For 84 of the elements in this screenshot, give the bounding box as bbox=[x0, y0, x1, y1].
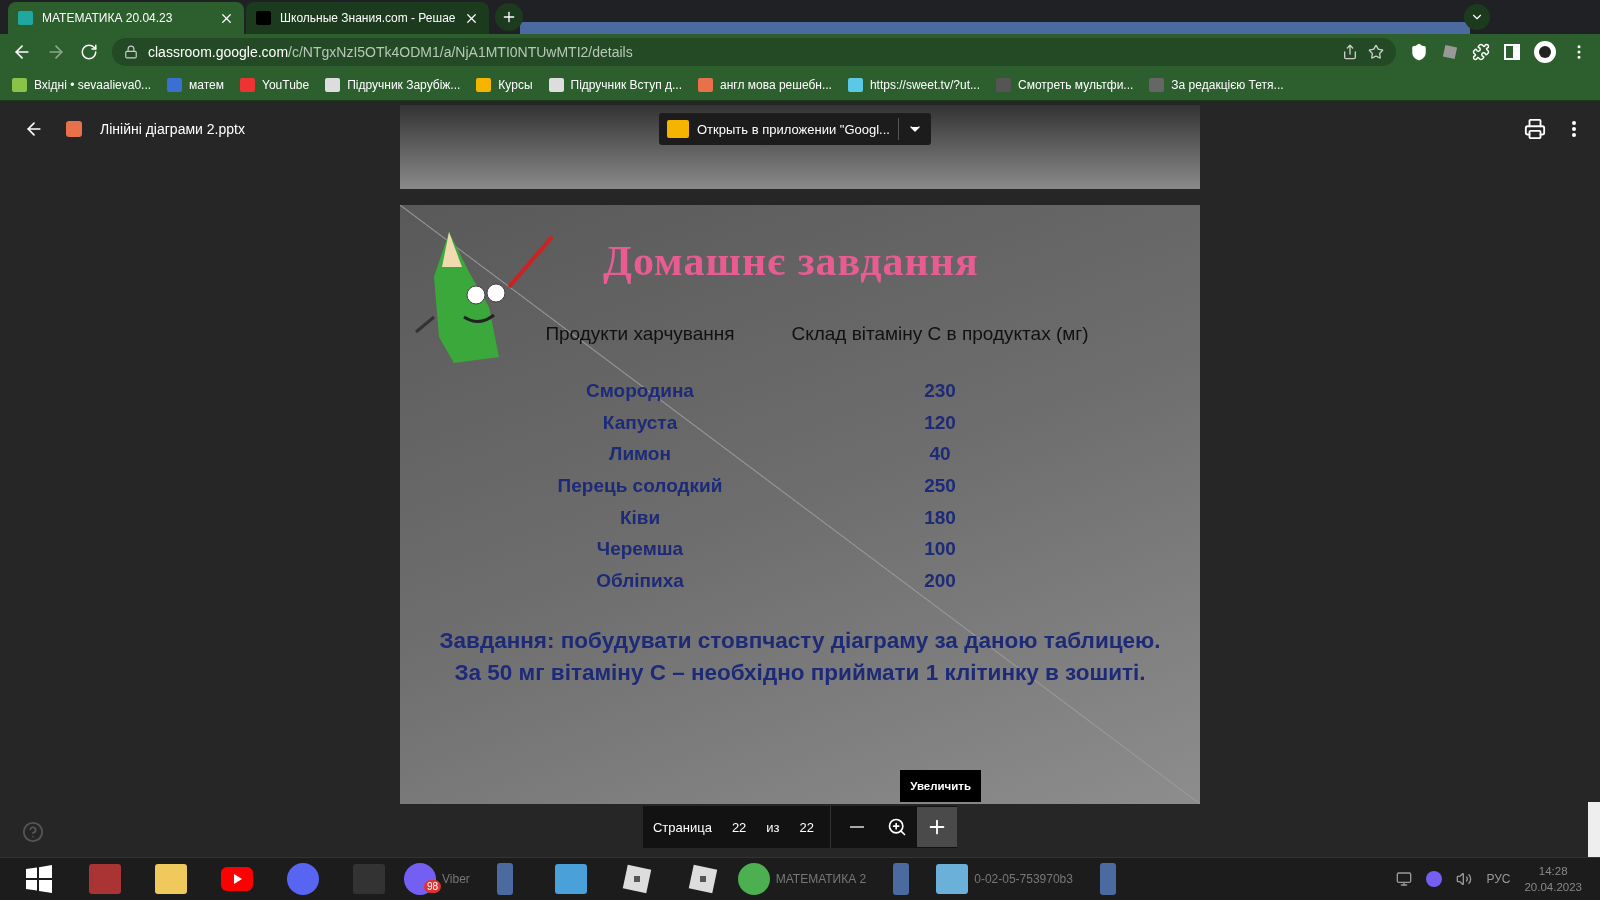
cube-icon[interactable] bbox=[687, 864, 718, 894]
slide-title: Домашнє завдання bbox=[603, 237, 979, 285]
reload-icon[interactable] bbox=[80, 42, 98, 61]
lock-icon bbox=[124, 44, 138, 59]
app-icon[interactable] bbox=[1099, 863, 1116, 895]
open-in-app-button[interactable]: Открыть в приложении "Googl... bbox=[659, 113, 931, 145]
bookmark-icon bbox=[476, 77, 492, 92]
bookmark-link[interactable]: англ мова решебн... bbox=[698, 77, 832, 92]
bookmark-icon bbox=[1149, 77, 1165, 92]
file-name: Лінійні діаграми 2.pptx bbox=[100, 121, 245, 137]
bookmark-link[interactable]: YouTube bbox=[240, 77, 310, 92]
bookmark-link[interactable]: https://sweet.tv/?ut... bbox=[847, 77, 980, 92]
tab-title: Школьные Знания.com - Решае bbox=[280, 11, 456, 25]
bookmark-link[interactable]: Смотреть мультфи... bbox=[996, 77, 1134, 92]
bookmark-link[interactable]: Підручник Зарубіж... bbox=[325, 77, 461, 92]
bookmark-link[interactable]: Курсы bbox=[476, 77, 533, 92]
shield-icon[interactable] bbox=[1410, 42, 1428, 61]
app-icon[interactable] bbox=[893, 863, 910, 895]
table-cell-text: Смородина bbox=[585, 379, 695, 403]
tab-search-button[interactable] bbox=[1464, 4, 1490, 30]
volume-icon[interactable] bbox=[1456, 871, 1473, 887]
task-text: Завдання: побудувати стовпчасту діаграму за даною таблицею. bbox=[439, 626, 1161, 655]
share-icon[interactable] bbox=[1342, 43, 1358, 60]
menu-icon bbox=[1572, 121, 1576, 137]
column-header: Продукти харчування bbox=[544, 323, 736, 346]
cube-icon[interactable] bbox=[621, 864, 652, 894]
bookmark-icon bbox=[698, 77, 713, 92]
table-cell-text: Ківи bbox=[618, 505, 662, 530]
bookmark-link[interactable]: Вхідні • sevaalieva0... bbox=[12, 77, 152, 92]
scrollbar-thumb[interactable] bbox=[1588, 802, 1600, 857]
language-indicator[interactable]: РУС bbox=[1486, 872, 1511, 886]
browser-tab[interactable]: МАТЕМАТИКА 20.04.23 bbox=[8, 2, 244, 34]
table-cell-text: 230 bbox=[923, 379, 957, 403]
page-label: Страница bbox=[651, 819, 713, 835]
taskbar-label: Viber bbox=[442, 872, 470, 886]
zoom-in-button[interactable] bbox=[917, 807, 958, 847]
table-cell-text: 100 bbox=[923, 537, 957, 562]
table-cell-text: 120 bbox=[923, 410, 957, 435]
star-icon[interactable] bbox=[1368, 43, 1384, 60]
clock[interactable]: 14:28 20.04.2023 bbox=[1524, 863, 1582, 895]
tab-title: МАТЕМАТИКА 20.04.23 bbox=[42, 11, 174, 25]
table-cell-text: 180 bbox=[923, 505, 957, 530]
browser-tab[interactable]: Школьные Знания.com - Решае bbox=[246, 2, 490, 34]
bookmark-icon bbox=[167, 77, 183, 92]
table-cell-text: 200 bbox=[923, 569, 957, 594]
bookmark-icon bbox=[325, 77, 341, 92]
table-cell-text: 40 bbox=[928, 442, 952, 467]
extensions-icon[interactable] bbox=[1472, 42, 1490, 61]
table-cell-text: 250 bbox=[923, 474, 957, 499]
new-tab-button[interactable] bbox=[495, 3, 524, 31]
taskbar-label: 0-02-05-753970b3 bbox=[974, 872, 1073, 886]
url-text: classroom.google.com/c/NTgxNzI5OTk4ODM1/a/NjA1MTI0NTUwMTI2/details bbox=[148, 43, 634, 60]
bookmark-link[interactable]: За редакцією Тетя... bbox=[1149, 77, 1284, 92]
table-cell-text: Обліпиха bbox=[595, 569, 685, 594]
network-icon[interactable] bbox=[1396, 871, 1413, 887]
column-header: Склад вітаміну С в продуктах (мг) bbox=[790, 323, 1090, 346]
tooltip: Увеличить bbox=[900, 770, 982, 802]
address-bar[interactable]: classroom.google.com/c/NTgxNzI5OTk4ODM1/a/NjA1MTI0NTUwMTI2/details bbox=[112, 37, 1396, 66]
app-icon[interactable] bbox=[496, 863, 513, 895]
zoom-icon bbox=[887, 817, 908, 837]
windows-logo-icon[interactable] bbox=[25, 865, 53, 893]
page-number[interactable]: 22 bbox=[721, 819, 757, 835]
bookmark-link[interactable]: Підручник Вступ д... bbox=[548, 77, 682, 92]
table-cell-text: Перець солодкий bbox=[556, 474, 724, 499]
bookmark-icon bbox=[847, 77, 863, 92]
bookmark-icon bbox=[996, 77, 1011, 92]
taskbar-label: МАТЕМАТИКА 2 bbox=[775, 872, 867, 886]
profile-avatar[interactable] bbox=[1534, 40, 1556, 63]
bookmark-icon bbox=[548, 77, 564, 92]
table-cell-text: Лимон bbox=[608, 442, 672, 467]
bookmark-icon bbox=[240, 77, 256, 92]
site-icon bbox=[256, 11, 271, 25]
table-cell-text: Капуста bbox=[601, 410, 679, 435]
minus-icon bbox=[850, 826, 865, 828]
print-icon bbox=[1524, 118, 1546, 140]
task-text: За 50 мг вітаміну С – необхідно приймати 1 клітинку в зошиті. bbox=[453, 658, 1147, 687]
side-panel-icon[interactable] bbox=[1504, 43, 1520, 60]
bookmark-icon bbox=[12, 77, 27, 92]
page-of-label: из bbox=[765, 819, 781, 835]
bookmark-link[interactable]: матем bbox=[167, 77, 225, 92]
table-cell-text: Черемша bbox=[595, 537, 685, 562]
page-total: 22 bbox=[798, 819, 816, 835]
site-icon bbox=[18, 11, 33, 25]
play-icon[interactable] bbox=[221, 867, 253, 891]
